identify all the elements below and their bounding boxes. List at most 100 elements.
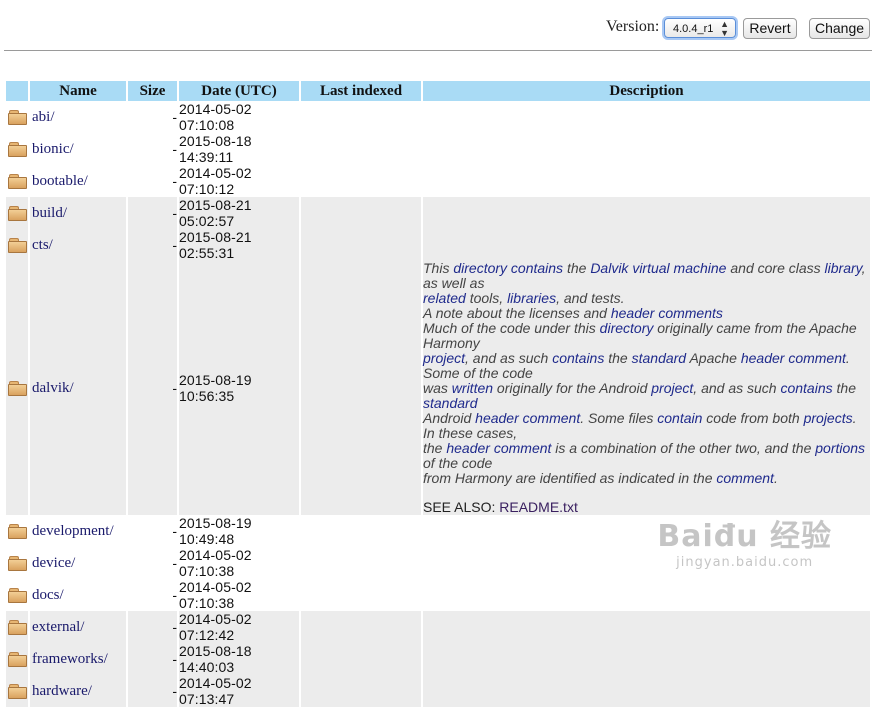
desc-link[interactable]: header comment <box>475 410 580 426</box>
description-cell <box>423 165 870 197</box>
desc-link[interactable]: portions <box>815 440 865 456</box>
desc-line-9: from Harmony are identified as indicated… <box>423 470 778 486</box>
folder-link[interactable]: abi/ <box>30 109 55 125</box>
desc-line-2: related tools, libraries, and tests. <box>423 290 625 306</box>
divider <box>4 50 872 51</box>
size-cell: - <box>128 197 177 229</box>
desc-link[interactable]: header comments <box>611 305 723 321</box>
column-header-date[interactable]: Date (UTC) <box>179 81 299 101</box>
folder-icon <box>8 174 27 189</box>
last-indexed-cell <box>301 515 421 547</box>
column-header-last-indexed[interactable]: Last indexed <box>301 81 421 101</box>
desc-link[interactable]: directory <box>600 320 654 336</box>
desc-link[interactable]: contains <box>780 380 832 396</box>
description-cell: This directory contains the Dalvik virtu… <box>423 261 870 515</box>
desc-link[interactable]: header comment <box>446 440 551 456</box>
date-cell: 2015-08-19 10:56:35 <box>179 261 299 515</box>
date-cell: 2015-08-21 05:02:57 <box>179 197 299 229</box>
size-cell: - <box>128 643 177 675</box>
table-row: abi/ - 2014-05-02 07:10:08 <box>6 101 870 133</box>
desc-line-5: project, and as such contains the standa… <box>423 350 850 381</box>
folder-link[interactable]: frameworks/ <box>30 651 108 667</box>
size-cell: - <box>172 173 177 189</box>
folder-icon <box>8 588 27 603</box>
desc-link[interactable]: header comment <box>741 350 846 366</box>
last-indexed-cell <box>301 261 421 515</box>
last-indexed-cell <box>301 611 421 643</box>
size-cell: - <box>128 261 177 515</box>
folder-link[interactable]: device/ <box>30 555 75 571</box>
date-cell: 2014-05-02 07:10:38 <box>179 547 252 579</box>
last-indexed-cell <box>301 197 421 229</box>
column-header-size[interactable]: Size <box>128 81 177 101</box>
folder-link[interactable]: external/ <box>30 619 84 635</box>
version-value: 4.0.4_r1 <box>673 23 714 35</box>
folder-link[interactable]: development/ <box>30 523 114 539</box>
desc-link[interactable]: library <box>825 260 862 276</box>
table-row: bionic/ - 2015-08-18 14:39:11 <box>6 133 870 165</box>
folder-icon <box>8 620 27 635</box>
desc-link[interactable]: projects <box>804 410 853 426</box>
watermark-url: jingyan.baidu.com <box>676 555 814 570</box>
desc-link[interactable]: standard <box>632 350 686 366</box>
desc-link[interactable]: contain <box>657 410 702 426</box>
table-row: docs/ - 2014-05-02 07:10:38 <box>6 579 870 611</box>
folder-link[interactable]: dalvik/ <box>30 380 74 396</box>
table-row: hardware/ - 2014-05-02 07:13:47 <box>6 675 870 707</box>
folder-link[interactable]: hardware/ <box>30 683 92 699</box>
desc-link[interactable]: Dalvik virtual machine <box>590 260 726 276</box>
revert-button[interactable]: Revert <box>743 18 797 39</box>
folder-link[interactable]: bootable/ <box>30 173 88 189</box>
desc-link[interactable]: written <box>452 380 493 396</box>
desc-link[interactable]: comment <box>716 470 774 486</box>
readme-link[interactable]: README.txt <box>499 499 578 515</box>
size-cell: - <box>128 229 177 261</box>
icon-column-header <box>6 81 28 101</box>
folder-icon <box>8 556 27 571</box>
date-cell: 2015-08-21 02:55:31 <box>179 229 299 261</box>
table-row: bootable/ - 2014-05-02 07:10:12 <box>6 165 870 197</box>
description-cell <box>423 611 870 643</box>
date-cell: 2015-08-18 14:39:11 <box>179 133 252 165</box>
description-cell <box>423 101 870 133</box>
last-indexed-cell <box>301 579 421 611</box>
desc-link[interactable]: directory contains <box>453 260 563 276</box>
watermark: Baiđu 经验 jingyan.baidu.com <box>657 511 832 570</box>
last-indexed-cell <box>301 675 421 707</box>
change-button[interactable]: Change <box>809 18 870 39</box>
folder-link[interactable]: cts/ <box>30 237 53 253</box>
desc-link[interactable]: related <box>423 290 466 306</box>
table-row: external/ - 2014-05-02 07:12:42 <box>6 611 870 643</box>
folder-icon <box>8 142 27 157</box>
desc-link[interactable]: libraries <box>507 290 556 306</box>
table-row: build/ - 2015-08-21 05:02:57 <box>6 197 870 229</box>
description-cell <box>423 643 870 675</box>
desc-link[interactable]: project <box>651 380 693 396</box>
desc-link[interactable]: standard <box>423 395 477 411</box>
size-cell: - <box>172 555 177 571</box>
desc-link[interactable]: contains <box>552 350 604 366</box>
folder-icon <box>8 652 27 667</box>
date-cell: 2014-05-02 07:10:08 <box>179 101 252 133</box>
directory-table: Name Size Date (UTC) Last indexed Descri… <box>4 81 872 707</box>
size-cell: - <box>172 587 177 603</box>
desc-link[interactable]: project <box>423 350 465 366</box>
column-header-name[interactable]: Name <box>30 81 126 101</box>
desc-line-4: Much of the code under this directory or… <box>423 320 857 351</box>
desc-line-7: Android header comment. Some files conta… <box>423 410 857 441</box>
folder-icon <box>8 684 27 699</box>
size-cell: - <box>172 109 177 125</box>
date-cell: 2014-05-02 07:10:12 <box>179 165 252 197</box>
desc-line-8: the header comment is a combination of t… <box>423 440 866 471</box>
folder-link[interactable]: bionic/ <box>30 141 74 157</box>
folder-link[interactable]: docs/ <box>30 587 64 603</box>
description-cell <box>423 579 870 611</box>
folder-icon <box>8 381 27 396</box>
date-cell: 2014-05-02 07:12:42 <box>179 611 299 643</box>
version-select[interactable]: 4.0.4_r1 ▲ ▼ <box>664 18 736 38</box>
last-indexed-cell <box>301 101 421 133</box>
table-row: cts/ - 2015-08-21 02:55:31 <box>6 229 870 261</box>
folder-icon <box>8 524 27 539</box>
date-cell: 2014-05-02 07:13:47 <box>179 675 299 707</box>
folder-link[interactable]: build/ <box>30 205 67 221</box>
